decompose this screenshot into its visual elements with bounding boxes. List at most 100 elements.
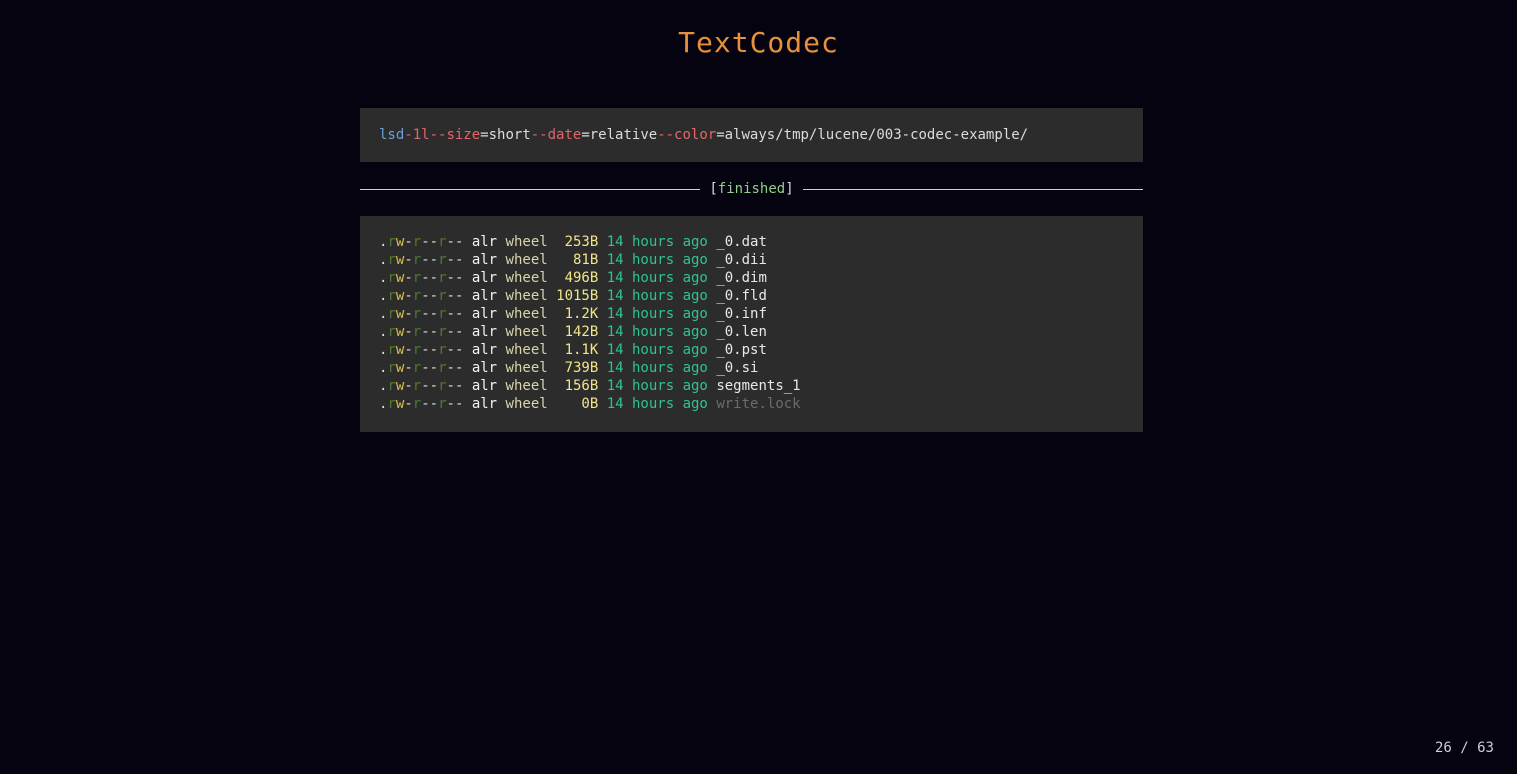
- file-date: 14 hours ago: [606, 324, 708, 340]
- command-date-value: =relative: [581, 127, 658, 143]
- file-name: _0.si: [716, 360, 759, 376]
- command-flag-date: --date: [530, 127, 582, 143]
- file-date: 14 hours ago: [606, 270, 708, 286]
- status-open-bracket: [: [709, 181, 718, 197]
- owner-group: wheel: [505, 378, 548, 394]
- file-date: 14 hours ago: [606, 342, 708, 358]
- perm-read: r: [387, 288, 396, 304]
- owner-group: wheel: [505, 360, 548, 376]
- perm-read: r: [387, 306, 396, 322]
- file-date: 14 hours ago: [606, 396, 708, 412]
- perm-read: r: [387, 324, 396, 340]
- owner-user: alr: [471, 306, 498, 322]
- file-date: 14 hours ago: [606, 252, 708, 268]
- file-size: 1.2K: [564, 306, 599, 322]
- owner-group: wheel: [505, 324, 548, 340]
- perm-rest: -r--r--: [404, 396, 464, 412]
- file-date: 14 hours ago: [606, 288, 708, 304]
- status-label: [finished]: [700, 181, 802, 197]
- file-name: _0.len: [716, 324, 767, 340]
- file-date: 14 hours ago: [606, 378, 708, 394]
- command-block: lsd -1l --size =short --date =relative --c…: [360, 108, 1143, 162]
- listing-row: .rw-r--r-- alr wheel 1015B 14 hours ago …: [379, 287, 1124, 305]
- file-name: _0.dat: [716, 234, 767, 250]
- divider-left: [360, 188, 701, 190]
- owner-user: alr: [471, 270, 498, 286]
- command-flag-1l: -1l: [404, 127, 430, 143]
- perm-rest: -r--r--: [404, 324, 464, 340]
- perm-read: r: [387, 270, 396, 286]
- perm-rest: -r--r--: [404, 234, 464, 250]
- command-path: /tmp/lucene/003-codec-example/: [775, 127, 1029, 143]
- owner-user: alr: [471, 234, 498, 250]
- command-name: lsd: [379, 127, 405, 143]
- status-divider: [finished]: [360, 178, 1143, 200]
- listing-row: .rw-r--r-- alr wheel 81B 14 hours ago _0…: [379, 251, 1124, 269]
- command-color-value: =always: [716, 127, 776, 143]
- command-flag-size: --size: [429, 127, 481, 143]
- output-block: .rw-r--r-- alr wheel 253B 14 hours ago _…: [360, 216, 1143, 432]
- perm-read: r: [387, 342, 396, 358]
- owner-user: alr: [471, 324, 498, 340]
- listing-row: .rw-r--r-- alr wheel 253B 14 hours ago _…: [379, 233, 1124, 251]
- perm-read: r: [387, 234, 396, 250]
- perm-rest: -r--r--: [404, 342, 464, 358]
- file-name: write.lock: [716, 396, 801, 412]
- listing-row: .rw-r--r-- alr wheel 1.2K 14 hours ago _…: [379, 305, 1124, 323]
- status-close-bracket: ]: [785, 181, 794, 197]
- command-size-value: =short: [480, 127, 531, 143]
- owner-user: alr: [471, 252, 498, 268]
- file-name: _0.dim: [716, 270, 767, 286]
- owner-group: wheel: [505, 396, 548, 412]
- perm-rest: -r--r--: [404, 288, 464, 304]
- perm-rest: -r--r--: [404, 378, 464, 394]
- status-word: finished: [717, 181, 786, 197]
- listing-row: .rw-r--r-- alr wheel 156B 14 hours ago s…: [379, 377, 1124, 395]
- file-date: 14 hours ago: [606, 306, 708, 322]
- file-name: _0.fld: [716, 288, 767, 304]
- listing-row: .rw-r--r-- alr wheel 142B 14 hours ago _…: [379, 323, 1124, 341]
- file-name: segments_1: [716, 378, 801, 394]
- perm-rest: -r--r--: [404, 360, 464, 376]
- file-date: 14 hours ago: [606, 360, 708, 376]
- owner-user: alr: [471, 342, 498, 358]
- slide: TextCodec lsd -1l --size =short --date =re…: [0, 0, 1517, 774]
- perm-rest: -r--r--: [404, 270, 464, 286]
- file-size: 0B: [581, 396, 599, 412]
- perm-rest: -r--r--: [404, 306, 464, 322]
- listing-row: .rw-r--r-- alr wheel 0B 14 hours ago wri…: [379, 395, 1124, 413]
- owner-user: alr: [471, 396, 498, 412]
- owner-user: alr: [471, 288, 498, 304]
- owner-group: wheel: [505, 306, 548, 322]
- listing-row: .rw-r--r-- alr wheel 496B 14 hours ago _…: [379, 269, 1124, 287]
- owner-group: wheel: [505, 252, 548, 268]
- owner-group: wheel: [505, 270, 548, 286]
- file-date: 14 hours ago: [606, 234, 708, 250]
- owner-group: wheel: [505, 288, 548, 304]
- file-size: 81B: [572, 252, 599, 268]
- file-size: 253B: [564, 234, 599, 250]
- page-counter: 26 / 63: [1434, 740, 1494, 756]
- perm-read: r: [387, 378, 396, 394]
- perm-read: r: [387, 396, 396, 412]
- perm-rest: -r--r--: [404, 252, 464, 268]
- file-size: 739B: [564, 360, 599, 376]
- file-size: 496B: [564, 270, 599, 286]
- file-size: 142B: [564, 324, 599, 340]
- owner-group: wheel: [505, 234, 548, 250]
- divider-right: [802, 188, 1143, 190]
- file-size: 1.1K: [564, 342, 599, 358]
- file-size: 156B: [564, 378, 599, 394]
- file-name: _0.inf: [716, 306, 767, 322]
- listing-row: .rw-r--r-- alr wheel 1.1K 14 hours ago _…: [379, 341, 1124, 359]
- file-size: 1015B: [556, 288, 599, 304]
- command-flag-color: --color: [657, 127, 717, 143]
- perm-read: r: [387, 360, 396, 376]
- perm-read: r: [387, 252, 396, 268]
- slide-title: TextCodec: [678, 26, 839, 59]
- file-name: _0.dii: [716, 252, 767, 268]
- listing-row: .rw-r--r-- alr wheel 739B 14 hours ago _…: [379, 359, 1124, 377]
- owner-user: alr: [471, 360, 498, 376]
- file-name: _0.pst: [716, 342, 767, 358]
- owner-group: wheel: [505, 342, 548, 358]
